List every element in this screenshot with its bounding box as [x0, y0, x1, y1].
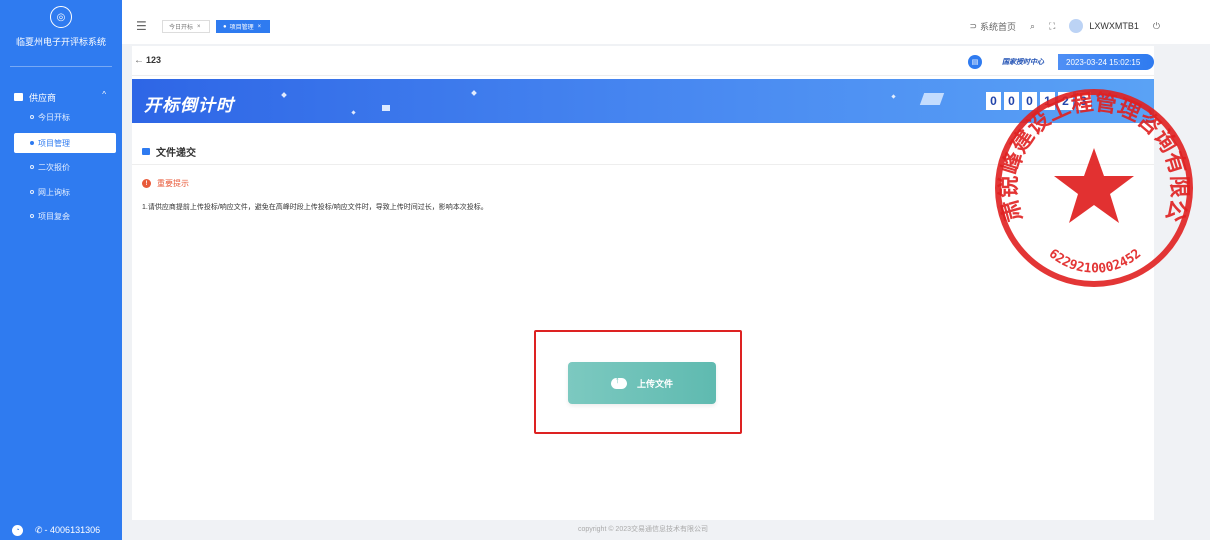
decor-spark: [281, 92, 287, 98]
sidebar-item-label: 今日开标: [38, 112, 70, 122]
back-arrow-icon[interactable]: ←: [134, 55, 144, 66]
sidebar-item-project-management[interactable]: 项目管理: [14, 133, 116, 153]
user-menu[interactable]: LXWXMTB1: [1069, 19, 1139, 33]
power-icon[interactable]: ⏻: [1153, 21, 1160, 32]
chevron-up-icon: ^: [102, 90, 106, 99]
close-icon[interactable]: ×: [258, 24, 262, 30]
username: LXWXMTB1: [1089, 21, 1139, 31]
time-source-brand: 国家授时中心: [1002, 59, 1044, 66]
home-link[interactable]: ⊃ 系统首页: [969, 20, 1016, 33]
home-link-label: 系统首页: [979, 21, 1016, 32]
sidebar-item-today-opening[interactable]: 今日开标: [30, 110, 110, 124]
page-title: 123: [146, 55, 162, 65]
avatar: [1069, 19, 1084, 33]
tab-today-opening[interactable]: 今日开标 ×: [162, 20, 210, 33]
section-title: 文件递交: [142, 144, 196, 159]
folder-icon: [142, 148, 150, 155]
svg-text:6229210002452: 6229210002452: [1046, 246, 1144, 276]
tab-project-management[interactable]: ● 项目管理 ×: [216, 20, 270, 33]
menu-group-label: 供应商: [29, 92, 57, 103]
supplier-icon: [14, 93, 23, 101]
close-icon[interactable]: ×: [197, 24, 201, 30]
server-time: 2023-03-24 15:02:15: [1066, 57, 1141, 67]
notice-text: 1.请供应商提前上传投标/响应文件，避免在高峰时段上传投标/响应文件时，导致上传…: [142, 204, 488, 211]
upload-file-button[interactable]: 上传文件: [568, 362, 716, 404]
warning-icon: !: [142, 179, 151, 188]
top-bar: ☰ 今日开标 × ● 项目管理 × ⊃ 系统首页 ⌕ ⛶ LXWXMTB1 ⏻: [122, 0, 1210, 44]
sidebar-item-label: 项目复会: [38, 211, 70, 221]
upload-button-label: 上传文件: [636, 378, 673, 389]
top-right-actions: ⊃ 系统首页 ⌕ ⛶ LXWXMTB1 ⏻: [955, 19, 1160, 33]
sidebar-item-second-quote[interactable]: 二次报价: [30, 160, 110, 174]
sidebar: ◎ 临夏州电子开评标系统 供应商 ^ 今日开标 项目管理 二次报价 网上询标 项…: [0, 0, 122, 540]
sidebar-footer: ◔ ✆ - 4006131306: [0, 520, 122, 540]
tab-label: 项目管理: [229, 25, 254, 31]
section-title-text: 文件递交: [156, 148, 196, 159]
sidebar-divider: [10, 66, 112, 67]
banner-title: 开标倒计时: [144, 96, 234, 115]
active-dot-icon: ●: [223, 23, 227, 30]
notice-title-text: 重要提示: [157, 179, 189, 188]
dot-icon: [30, 115, 34, 119]
dot-icon: [30, 190, 34, 194]
sidebar-item-online-inquiry[interactable]: 网上询标: [30, 185, 110, 199]
decor-spark: [891, 94, 896, 99]
fullscreen-icon[interactable]: ⛶: [1049, 21, 1055, 32]
official-seal: 甘肃锐峰建设工程管理咨询有限公司 6229210002452: [990, 68, 1193, 287]
search-icon[interactable]: ⌕: [1030, 21, 1035, 32]
decor-cube: [919, 93, 945, 105]
document-icon[interactable]: ▤: [968, 55, 982, 69]
menu-group-supplier[interactable]: 供应商 ^: [14, 90, 114, 104]
support-phone: - 4006131306: [44, 525, 101, 535]
menu-fold-icon[interactable]: ☰: [136, 19, 147, 33]
decor-spark: [351, 110, 356, 115]
sidebar-item-label: 项目管理: [38, 138, 70, 148]
tab-label: 今日开标: [169, 25, 194, 31]
sidebar-item-label: 二次报价: [38, 162, 70, 172]
cloud-upload-icon: [610, 375, 627, 389]
dot-icon: [30, 165, 34, 169]
notice-title: ! 重要提示: [142, 178, 189, 189]
sidebar-item-label: 网上询标: [38, 187, 70, 197]
decor-spark: [471, 90, 477, 96]
phone-icon: ✆: [35, 524, 43, 535]
decor-cube: [382, 105, 390, 111]
system-logo-icon: ◎: [50, 6, 72, 28]
dot-icon: [30, 214, 34, 218]
support-icon[interactable]: ◔: [12, 524, 23, 536]
copyright-footer: copyright © 2023交易通信息技术有限公司: [577, 526, 709, 533]
dot-icon: [30, 141, 34, 145]
system-title: 临夏州电子开评标系统: [15, 37, 106, 47]
exit-icon: ⊃: [969, 20, 977, 31]
sidebar-item-project-review[interactable]: 项目复会: [30, 209, 110, 223]
